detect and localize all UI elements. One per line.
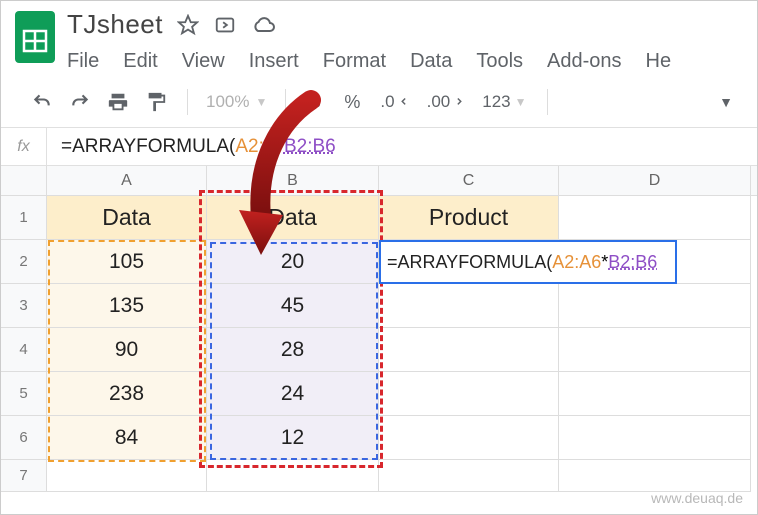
undo-icon[interactable] [25, 88, 59, 116]
cell-D4[interactable] [559, 328, 751, 372]
menu-help[interactable]: He [646, 50, 672, 73]
format-currency-button[interactable]: $ [300, 92, 330, 113]
fx-icon: fx [1, 128, 47, 166]
cell-C6[interactable] [379, 416, 559, 460]
redo-icon[interactable] [63, 88, 97, 116]
cell-A5[interactable]: 238 [47, 372, 207, 416]
menu-addons[interactable]: Add-ons [547, 50, 622, 73]
cell-D6[interactable] [559, 416, 751, 460]
menu-insert[interactable]: Insert [249, 50, 299, 73]
cell-A6[interactable]: 84 [47, 416, 207, 460]
cell-B6[interactable]: 12 [207, 416, 379, 460]
increase-decimal-button[interactable]: .00 [421, 88, 473, 116]
zoom-select[interactable]: 100% ▼ [202, 92, 271, 112]
cell-C4[interactable] [379, 328, 559, 372]
menu-data[interactable]: Data [410, 50, 452, 73]
row-header[interactable]: 5 [1, 372, 47, 416]
menu-tools[interactable]: Tools [476, 50, 523, 73]
menu-edit[interactable]: Edit [123, 50, 157, 73]
cell-D1[interactable] [559, 196, 751, 240]
format-percent-button[interactable]: % [334, 92, 370, 113]
more-formats-button[interactable]: 123 ▼ [476, 92, 532, 112]
row-header[interactable]: 3 [1, 284, 47, 328]
move-icon[interactable] [213, 14, 237, 36]
row-header[interactable]: 4 [1, 328, 47, 372]
menu-format[interactable]: Format [323, 50, 386, 73]
cell-C5[interactable] [379, 372, 559, 416]
cloud-status-icon[interactable] [251, 14, 277, 36]
col-header-C[interactable]: C [379, 166, 559, 195]
cell-D7[interactable] [559, 460, 751, 492]
sheets-logo-icon [13, 9, 57, 65]
row-header[interactable]: 7 [1, 460, 47, 492]
cell-C3[interactable] [379, 284, 559, 328]
cell-D3[interactable] [559, 284, 751, 328]
col-header-A[interactable]: A [47, 166, 207, 195]
watermark-text: www.deuaq.de [651, 490, 743, 506]
cell-C2[interactable] [379, 240, 559, 284]
formula-input[interactable]: =ARRAYFORMULA(A2:A*B2:B6 [47, 136, 757, 158]
print-icon[interactable] [101, 87, 135, 117]
cell-B7[interactable] [207, 460, 379, 492]
select-all-corner[interactable] [1, 166, 47, 196]
row-header[interactable]: 2 [1, 240, 47, 284]
menu-file[interactable]: File [67, 50, 99, 73]
formula-bar: fx =ARRAYFORMULA(A2:A*B2:B6 [1, 128, 757, 166]
cell-A3[interactable]: 135 [47, 284, 207, 328]
toolbar-more-icon[interactable]: ▼ [719, 94, 741, 110]
cell-A2[interactable]: 105 [47, 240, 207, 284]
cell-C7[interactable] [379, 460, 559, 492]
paint-format-icon[interactable] [139, 87, 173, 117]
cell-B3[interactable]: 45 [207, 284, 379, 328]
cell-A1[interactable]: Data [47, 196, 207, 240]
cell-D2[interactable] [559, 240, 751, 284]
cell-B2[interactable]: 20 [207, 240, 379, 284]
chevron-down-icon: ▼ [515, 95, 527, 109]
col-header-D[interactable]: D [559, 166, 751, 195]
cell-A4[interactable]: 90 [47, 328, 207, 372]
cell-B4[interactable]: 28 [207, 328, 379, 372]
menu-view[interactable]: View [182, 50, 225, 73]
cell-A7[interactable] [47, 460, 207, 492]
col-header-B[interactable]: B [207, 166, 379, 195]
cell-B5[interactable]: 24 [207, 372, 379, 416]
zoom-value: 100% [206, 92, 249, 112]
cell-C1[interactable]: Product [379, 196, 559, 240]
decrease-decimal-button[interactable]: .0 [374, 88, 416, 116]
star-icon[interactable] [177, 14, 199, 36]
row-header[interactable]: 6 [1, 416, 47, 460]
cell-B1[interactable]: Data [207, 196, 379, 240]
row-header[interactable]: 1 [1, 196, 47, 240]
spreadsheet-grid: A B C D 1 Data Data Product 2 105 20 3 1… [1, 166, 757, 492]
chevron-down-icon: ▼ [255, 95, 267, 109]
cell-D5[interactable] [559, 372, 751, 416]
toolbar: 100% ▼ $ % .0 .00 123 ▼ ▼ [1, 73, 757, 128]
menu-bar: File Edit View Insert Format Data Tools … [67, 44, 671, 73]
document-title[interactable]: TJsheet [67, 9, 163, 40]
